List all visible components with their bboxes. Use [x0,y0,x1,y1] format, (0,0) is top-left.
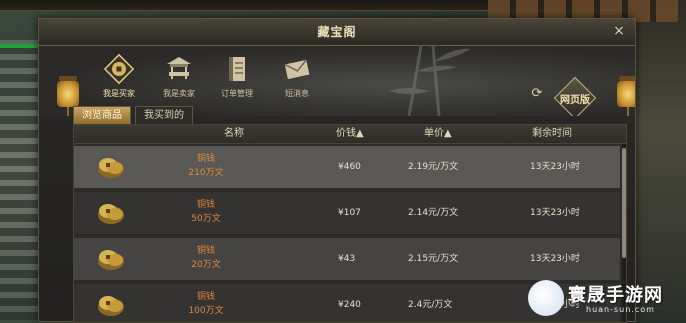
copper-coin-icon [98,250,124,270]
header-price-sort[interactable]: 价钱▲ [336,125,364,143]
scrollbar-thumb[interactable] [622,148,626,258]
tab-browse-goods[interactable]: 浏览商品 [73,106,131,125]
price-cell: ¥240 [338,300,361,310]
item-quantity: 20万文 [191,260,221,270]
coin-seal-icon [103,53,135,85]
item-quantity: 210万文 [188,168,224,178]
nav-messages-button[interactable]: 短消息 [267,52,327,108]
unit-price-cell: 2.19元/万文 [408,162,459,172]
window-title-bar[interactable]: 藏宝阁 [39,19,635,46]
table-header: 名称 价钱▲ 单价▲ 剩余时间 [74,125,626,144]
header-time-left[interactable]: 剩余时间 [532,125,572,143]
window-title: 藏宝阁 [317,25,357,39]
envelope-icon [284,59,310,80]
watermark-url: huan-sun.com [586,305,655,314]
copper-coin-icon [98,296,124,316]
table-row[interactable]: 铜钱 210万文 ¥460 2.19元/万文 13天23小时 [74,146,620,188]
tab-bar: 浏览商品 我买到的 [73,106,197,125]
tab-my-purchases[interactable]: 我买到的 [135,106,193,125]
nav-seller-label: 我是卖家 [163,89,195,98]
site-watermark: 寰晟手游网 huan-sun.com [528,280,686,320]
table-row[interactable]: 铜钱 20万文 ¥43 2.15元/万文 13天23小时 [74,238,620,280]
time-left-cell: 13天23小时 [530,254,580,264]
nav-messages-label: 短消息 [285,89,309,98]
header-name[interactable]: 名称 [224,125,244,143]
ledger-icon [229,57,245,81]
close-button[interactable]: × [611,23,627,39]
item-name: 铜钱 210万文 [166,152,246,180]
nav-orders-label: 订单管理 [221,89,253,98]
item-title: 铜钱 [196,292,215,302]
unit-price-cell: 2.15元/万文 [408,254,459,264]
item-quantity: 50万文 [191,214,221,224]
time-left-cell: 13天23小时 [530,208,580,218]
item-title: 铜钱 [196,246,215,256]
watermark-title: 寰晟手游网 [568,285,663,306]
treasure-pavilion-window: 藏宝阁 × 我是买家 我是卖家 订单管理 短消息 ⟳ 网页版 浏览商品 我买到的… [38,18,636,323]
copper-coin-icon [98,204,124,224]
web-version-label: 网页版 [560,95,590,106]
web-version-button[interactable]: 网页版 [553,76,597,116]
time-left-cell: 13天23小时 [530,162,580,172]
item-title: 铜钱 [196,154,215,164]
copper-coin-icon [98,158,124,178]
bamboo-painting [389,46,471,116]
header-unit-price-sort[interactable]: 单价▲ [424,125,452,143]
stall-icon [167,57,191,79]
item-title: 铜钱 [196,200,215,210]
item-name: 铜钱 50万文 [166,198,246,226]
price-cell: ¥107 [338,208,361,218]
item-quantity: 100万文 [188,306,224,316]
nav-seller-button[interactable]: 我是卖家 [149,52,209,108]
nav-orders-button[interactable]: 订单管理 [207,52,267,108]
right-lantern [617,76,635,116]
unit-price-cell: 2.4元/万文 [408,300,453,310]
nav-buyer-label: 我是买家 [103,89,135,98]
refresh-icon[interactable]: ⟳ [529,86,545,102]
price-cell: ¥43 [338,254,356,264]
watermark-logo-icon [528,280,564,316]
unit-price-cell: 2.14元/万文 [408,208,459,218]
price-cell: ¥460 [338,162,361,172]
item-name: 铜钱 20万文 [166,244,246,272]
nav-buyer-button[interactable]: 我是买家 [89,52,149,108]
item-name: 铜钱 100万文 [166,290,246,318]
table-row[interactable]: 铜钱 50万文 ¥107 2.14元/万文 13天23小时 [74,192,620,234]
